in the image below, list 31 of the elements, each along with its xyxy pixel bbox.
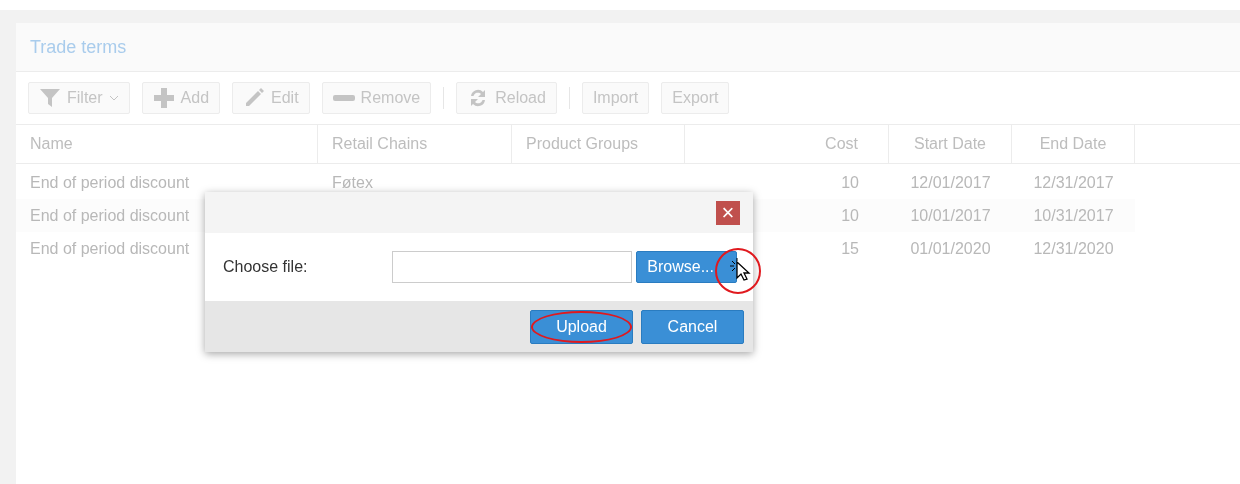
table-cell: 12/31/2017 (1033, 173, 1114, 192)
column-header[interactable]: Retail Chains (318, 125, 512, 163)
close-button[interactable]: × (716, 200, 740, 225)
file-path-field[interactable] (391, 251, 633, 283)
table-cell: 10 (841, 206, 859, 225)
table-cell: 12/31/2020 (1033, 239, 1114, 258)
upload-button[interactable]: Upload (530, 309, 633, 344)
browse-button[interactable]: Browse... (636, 251, 737, 283)
table-cell: Føtex (332, 173, 373, 192)
table-cell: 01/01/2020 (910, 239, 991, 258)
pencil-icon (243, 87, 266, 109)
table-cell: End of period discount (30, 239, 190, 258)
column-header[interactable]: Cost (685, 125, 889, 163)
table-cell: 10 (841, 173, 859, 192)
filter-icon (39, 87, 61, 109)
table-cell: 10/31/2017 (1033, 206, 1114, 225)
cancel-button[interactable]: Cancel (641, 309, 744, 344)
table-cell: 10/01/2017 (910, 206, 991, 225)
field-label: Choose file: (223, 258, 309, 276)
plus-icon (152, 87, 175, 109)
table-cell: 12/01/2017 (910, 173, 991, 192)
table-cell: 15 (841, 239, 859, 258)
panel-title: Trade terms (30, 36, 127, 58)
table-cell: End of period discount (30, 206, 190, 225)
minus-icon (332, 94, 355, 102)
column-header[interactable]: Product Groups (512, 125, 685, 163)
chevron-down-icon (108, 95, 119, 101)
column-header[interactable]: End Date (1012, 125, 1135, 163)
column-header[interactable]: Start Date (889, 125, 1012, 163)
table-cell: End of period discount (30, 173, 190, 192)
column-header[interactable]: Name (16, 125, 318, 163)
